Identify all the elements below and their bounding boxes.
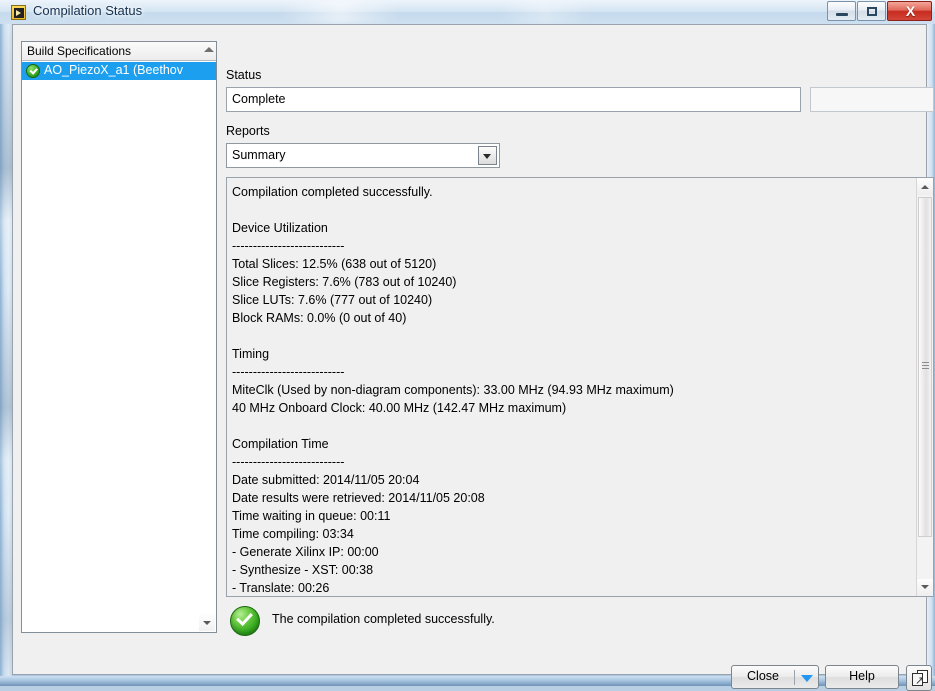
close-button-label: Close [747,669,779,683]
scrollbar-thumb[interactable] [918,197,932,537]
success-message-row: The compilation completed successfully. [226,605,726,639]
reports-select[interactable]: Summary [226,143,500,168]
help-button-label: Help [849,669,875,683]
list-item-label: AO_PiezoX_a1 (Beethov [44,63,183,77]
window-frame: Compilation Status X Build Specification… [0,0,935,691]
scrollbar-grip-icon [922,362,929,370]
close-button[interactable]: Close [731,665,819,689]
close-icon[interactable]: X [887,1,932,21]
detach-window-button[interactable]: ↗ [906,665,932,691]
chevron-down-icon[interactable] [801,675,813,682]
report-text-area[interactable]: Compilation completed successfully. Devi… [226,177,934,597]
titlebar-glass-highlight-2 [500,0,590,24]
labview-fpga-icon [11,5,26,20]
vertical-scrollbar[interactable] [916,178,933,596]
sort-ascending-icon[interactable] [204,47,214,52]
build-specifications-header-label: Build Specifications [27,44,132,58]
minimize-icon[interactable] [827,1,856,21]
status-value-field: Complete [226,87,801,112]
restore-icon[interactable] [857,1,886,21]
window-glass-edge-left [0,22,12,686]
reports-label: Reports [226,124,270,138]
chevron-down-icon [203,621,211,625]
progress-bar [810,87,934,112]
report-text-content: Compilation completed successfully. Devi… [232,185,674,595]
chevron-down-icon[interactable] [478,146,497,165]
build-specifications-header[interactable]: Build Specifications [22,42,216,61]
tree-scroll-down-button[interactable] [199,614,215,631]
dialog-body: Build Specifications AO_PiezoX_a1 (Beeth… [12,24,934,691]
list-item[interactable]: AO_PiezoX_a1 (Beethov [22,62,216,80]
scroll-down-button[interactable] [917,579,933,596]
status-label: Status [226,68,262,82]
green-check-circle-icon [230,606,260,636]
window-title: Compilation Status [33,3,143,18]
title-bar[interactable]: Compilation Status X [0,0,935,24]
chevron-up-icon [921,185,929,189]
close-glyph: X [905,3,916,19]
success-message-label: The compilation completed successfully. [272,612,495,626]
green-check-icon [26,64,40,78]
build-specifications-panel[interactable]: Build Specifications AO_PiezoX_a1 (Beeth… [21,41,217,633]
titlebar-glass-highlight [280,0,400,24]
scroll-up-button[interactable] [917,178,933,195]
close-button-divider [794,670,795,685]
chevron-down-icon [921,585,929,589]
help-button[interactable]: Help [825,665,899,689]
reports-selected-value: Summary [232,148,286,162]
detach-window-icon-arrow: ↗ [915,675,925,687]
status-value: Complete [232,92,286,106]
